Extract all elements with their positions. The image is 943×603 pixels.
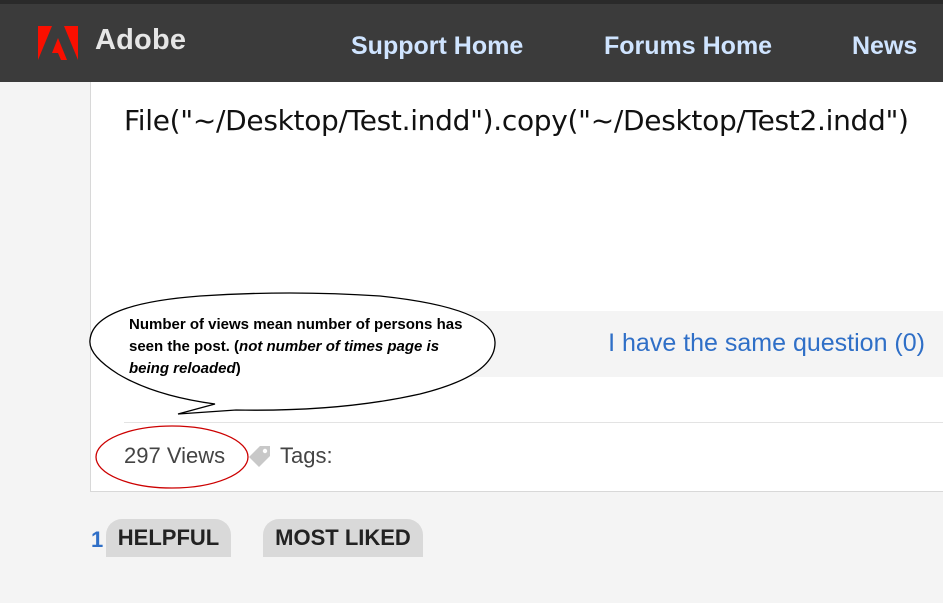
tag-icon (249, 446, 270, 467)
nav-forums-home[interactable]: Forums Home (604, 32, 772, 61)
view-count: 297 Views (124, 443, 226, 468)
adobe-logo-icon[interactable] (38, 26, 78, 62)
top-navigation-bar: Adobe Support Home Forums Home News (0, 0, 943, 82)
annotation-note: Number of views mean number of persons h… (129, 314, 479, 380)
tags-label: Tags: (280, 443, 333, 468)
tab-most-liked[interactable]: MOST LIKED (263, 519, 423, 557)
post-code-line: File("~/Desktop/Test.indd").copy("~/Desk… (124, 104, 909, 137)
brand-name[interactable]: Adobe (95, 24, 186, 57)
post-card (90, 82, 943, 492)
answer-count: 1 (91, 527, 104, 552)
nav-support-home[interactable]: Support Home (351, 32, 523, 61)
nav-news[interactable]: News (852, 32, 917, 61)
annotation-text-end: ) (235, 360, 241, 377)
tab-helpful[interactable]: HELPFUL (106, 519, 231, 557)
same-question-link[interactable]: I have the same question (0) (608, 329, 925, 358)
post-divider (124, 422, 943, 423)
